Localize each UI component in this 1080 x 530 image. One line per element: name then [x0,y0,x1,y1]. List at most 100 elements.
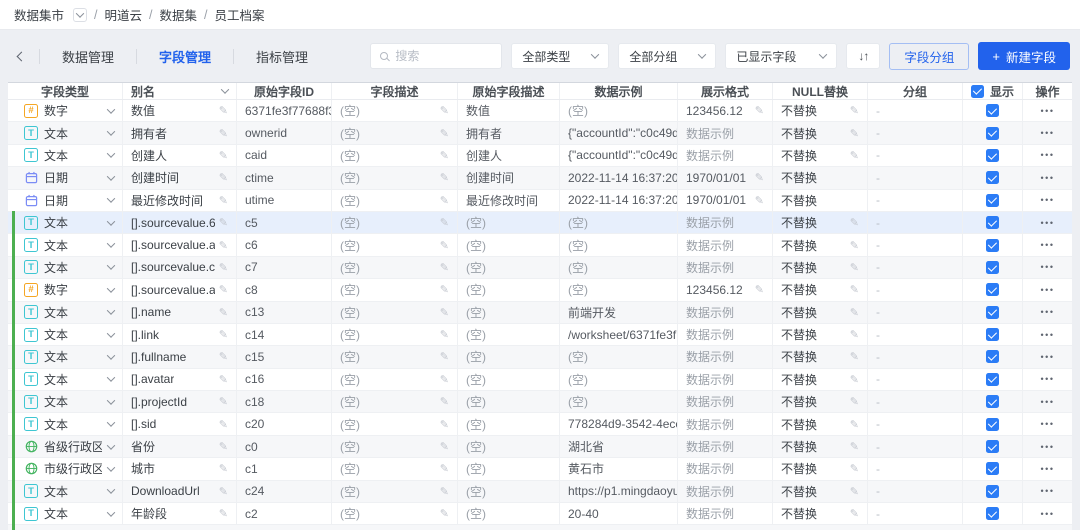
more-actions-icon[interactable]: ••• [1041,442,1055,452]
show-checkbox[interactable] [986,238,999,252]
more-actions-icon[interactable]: ••• [1041,397,1055,407]
edit-icon[interactable]: ✎ [436,507,449,520]
breadcrumb-item-mingdao[interactable]: 明道云 [105,5,143,24]
chevron-down-icon[interactable] [106,127,116,136]
chevron-down-icon[interactable] [106,261,116,271]
field-type-cell[interactable]: T 文本 [8,391,123,413]
field-type-cell[interactable]: T 文本 [8,413,123,435]
show-checkbox[interactable] [986,148,999,162]
field-type-cell[interactable]: T 文本 [8,256,123,279]
edit-icon[interactable]: ✎ [215,373,228,386]
table-row[interactable]: T文本[].sourcevalue.6371fe...✎c5(空)✎(空)(空)… [8,210,1072,235]
edit-icon[interactable]: ✎ [436,127,449,140]
edit-icon[interactable]: ✎ [846,395,859,408]
edit-icon[interactable]: ✎ [846,507,859,520]
more-actions-icon[interactable]: ••• [1041,150,1055,160]
alias-dropdown-icon[interactable] [220,85,230,94]
table-row[interactable]: T 文本 创建人 ✎ caid (空) ✎ 创建人 {"accountId":"c0c49d7c… [8,144,1072,168]
table-row[interactable]: 省级行政区 省份 ✎ c0 (空) ✎ (空) 湖北省 数据示例 不替换 ✎ - ••• [8,434,1072,459]
edit-icon[interactable]: ✎ [215,418,228,431]
table-row[interactable]: T 文本 [].link ✎ c14 (空) ✎ (空) /worksheet/6371fe3f… [8,322,1072,347]
show-checkbox[interactable] [986,283,999,297]
edit-icon[interactable]: ✎ [215,283,228,296]
field-type-cell[interactable]: 日期 [8,167,123,189]
show-checkbox[interactable] [986,440,999,454]
edit-icon[interactable]: ✎ [436,104,449,117]
field-type-cell[interactable]: T 文本 [8,301,123,323]
field-type-cell[interactable]: 市级行政区 [8,458,123,480]
edit-icon[interactable]: ✎ [215,440,228,453]
table-row[interactable]: T 文本 [].fullname ✎ c15 (空) ✎ (空) (空) 数据示例 不替换 ✎ - ••• [8,345,1072,369]
more-actions-icon[interactable]: ••• [1041,173,1055,183]
edit-icon[interactable]: ✎ [215,350,228,363]
chevron-down-icon[interactable] [106,328,116,338]
table-row[interactable]: 日期 最近修改时间 ✎ utime (空) ✎ 最近修改时间 2022-11-14 16:37… [8,189,1072,212]
search-input[interactable] [395,49,493,63]
chevron-down-icon[interactable] [106,418,116,427]
table-row[interactable]: T 文本 拥有者 ✎ ownerid (空) ✎ 拥有者 {"accountId":"c0c49… [8,122,1072,145]
show-checkbox[interactable] [986,417,999,431]
chevron-down-icon[interactable] [106,463,116,472]
table-row[interactable]: T 文本 [].projectId ✎ c18 (空) ✎ (空) (空) 数据示例 不替换 ✎ - ••… [8,390,1072,414]
show-checkbox[interactable] [986,305,999,319]
table-row[interactable]: T 文本 DownloadUrl ✎ c24 (空) ✎ (空) https://p1.ming… [8,479,1072,504]
edit-icon[interactable]: ✎ [436,239,449,252]
more-actions-icon[interactable]: ••• [1041,285,1055,295]
show-checkbox[interactable] [986,126,999,140]
table-row[interactable]: 市级行政区 城市 ✎ c1 (空) ✎ (空) 黄石市 数据示例 不替换 ✎ - ••• [8,457,1072,481]
edit-icon[interactable]: ✎ [215,507,228,520]
edit-icon[interactable]: ✎ [846,350,859,363]
edit-icon[interactable]: ✎ [436,194,449,207]
chevron-down-icon[interactable] [106,216,116,226]
chevron-down-icon[interactable] [106,105,116,114]
breadcrumb-item-datamart[interactable]: 数据集市 [14,5,64,24]
more-actions-icon[interactable]: ••• [1041,486,1055,496]
table-row[interactable]: T 文本 [].name ✎ c13 (空) ✎ (空) 前端开发 数据示例 不替换 ✎ - ••• [8,300,1072,324]
table-row[interactable]: T 文本 年龄段 ✎ c2 (空) ✎ (空) 20-40 数据示例 不替换 ✎ - ••• [8,502,1072,526]
show-checkbox[interactable] [986,507,999,521]
chevron-down-icon[interactable] [106,396,116,405]
edit-icon[interactable]: ✎ [215,395,228,408]
field-type-cell[interactable]: T 文本 [8,323,123,346]
create-field-button[interactable]: + 新建字段 [978,42,1070,70]
filter-all-types-select[interactable]: 全部类型 [511,43,610,69]
filter-shown-fields-select[interactable]: 已显示字段 [725,43,838,69]
chevron-down-icon[interactable] [106,440,116,450]
edit-icon[interactable]: ✎ [846,462,859,475]
tab-metric-management[interactable]: 指标管理 [244,47,320,66]
edit-icon[interactable]: ✎ [436,395,449,408]
tab-field-management[interactable]: 字段管理 [147,47,223,66]
show-checkbox[interactable] [986,260,999,274]
edit-icon[interactable]: ✎ [436,171,449,184]
edit-icon[interactable]: ✎ [846,485,859,498]
more-actions-icon[interactable]: ••• [1041,509,1055,519]
more-actions-icon[interactable]: ••• [1041,195,1055,205]
chevron-down-icon[interactable] [106,284,116,293]
more-actions-icon[interactable]: ••• [1041,106,1055,116]
edit-icon[interactable]: ✎ [436,485,449,498]
chevron-down-icon[interactable] [106,351,116,360]
field-type-cell[interactable]: T 文本 [8,211,123,234]
show-checkbox[interactable] [986,395,999,409]
edit-icon[interactable]: ✎ [846,418,859,431]
edit-icon[interactable]: ✎ [436,440,449,453]
field-type-cell[interactable]: T 文本 [8,503,123,525]
edit-icon[interactable]: ✎ [846,127,859,140]
search-box[interactable] [370,43,503,69]
breadcrumb-dropdown-button[interactable] [73,7,88,22]
edit-icon[interactable]: ✎ [751,194,764,207]
edit-icon[interactable]: ✎ [436,261,449,274]
more-actions-icon[interactable]: ••• [1041,240,1055,250]
chevron-down-icon[interactable] [106,508,116,517]
chevron-down-icon[interactable] [106,149,116,159]
edit-icon[interactable]: ✎ [436,283,449,296]
edit-icon[interactable]: ✎ [436,306,449,319]
table-row[interactable]: T文本[].sourcevalue.allowde...✎c6(空)✎(空)(空… [8,233,1072,257]
show-checkbox[interactable] [986,484,999,498]
chevron-down-icon[interactable] [106,239,116,248]
show-checkbox[interactable] [986,350,999,364]
more-actions-icon[interactable]: ••• [1041,419,1055,429]
show-all-checkbox[interactable] [971,84,984,98]
edit-icon[interactable]: ✎ [846,373,859,386]
show-checkbox[interactable] [986,171,999,185]
